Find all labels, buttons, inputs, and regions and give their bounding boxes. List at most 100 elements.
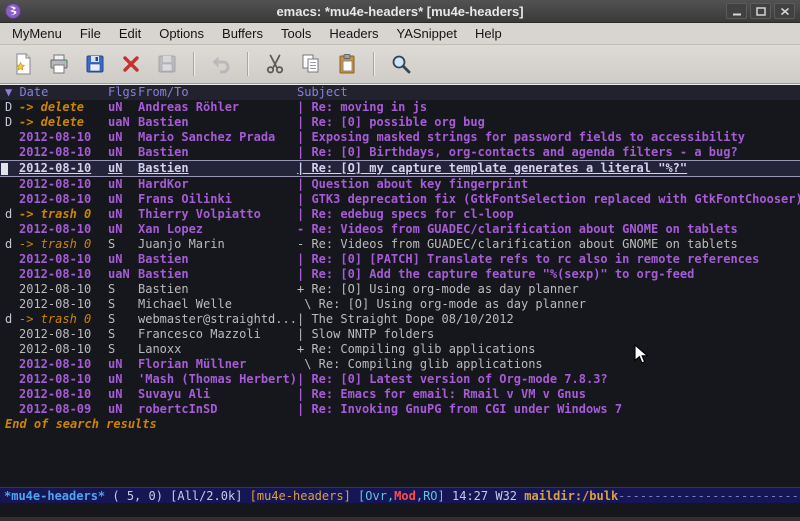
modeline-segment: Mod <box>394 489 416 503</box>
minimize-icon <box>732 7 742 16</box>
message-date: -> trash 0 <box>19 207 108 222</box>
column-header-flags[interactable]: Flgs <box>108 85 138 100</box>
message-from: Thierry Volpiatto <box>138 207 297 222</box>
search-icon[interactable] <box>386 49 416 79</box>
message-subject: - Re: Videos from GUADEC/clarification a… <box>297 237 800 252</box>
message-mark: D <box>5 115 19 130</box>
message-row[interactable]: 2012-08-10uNBastien| Re: [0] [PATCH] Tra… <box>0 252 800 267</box>
cut-icon[interactable] <box>260 49 290 79</box>
menu-item-edit[interactable]: Edit <box>110 24 150 43</box>
message-date: 2012-08-10 <box>19 372 108 387</box>
save-as-icon <box>152 49 182 79</box>
paste-icon[interactable] <box>332 49 362 79</box>
message-row[interactable]: D-> deleteuNAndreas Röhler| Re: moving i… <box>0 100 800 115</box>
modeline-segment <box>351 489 358 503</box>
message-from: Florian Müllner <box>138 357 297 372</box>
toolbar-separator <box>193 52 195 76</box>
message-flags: uN <box>108 130 138 145</box>
menu-item-tools[interactable]: Tools <box>272 24 320 43</box>
new-file-icon[interactable] <box>8 49 38 79</box>
message-row[interactable]: 2012-08-10uNFlorian Müllner \ Re: Compil… <box>0 357 800 372</box>
message-row[interactable]: 2012-08-10uNMario Sanchez Prada| Exposin… <box>0 130 800 145</box>
modeline[interactable]: *mu4e-headers* ( 5, 0) [All/2.0k] [mu4e-… <box>0 487 800 503</box>
message-date: 2012-08-10 <box>19 387 108 402</box>
message-flags: S <box>108 282 138 297</box>
message-row[interactable]: D-> deleteuaNBastien| Re: [0] possible o… <box>0 115 800 130</box>
message-row[interactable]: 2012-08-10SBastien+ Re: [O] Using org-mo… <box>0 282 800 297</box>
message-from: Michael Welle <box>138 297 297 312</box>
message-mark <box>5 145 19 160</box>
message-mark <box>5 267 19 282</box>
message-row[interactable]: 2012-08-10uaNBastien| Re: [0] Add the ca… <box>0 267 800 282</box>
minimize-button[interactable] <box>726 3 747 19</box>
message-subject: | Re: Emacs for email: Rmail v VM v Gnus <box>297 387 800 402</box>
message-row[interactable]: 2012-08-10uNFrans Oilinki| GTK3 deprecat… <box>0 192 800 207</box>
message-date: 2012-08-10 <box>19 145 108 160</box>
column-header-from-to[interactable]: From/To <box>138 85 297 100</box>
message-subject: + Re: Compiling glib applications <box>297 342 800 357</box>
menu-item-yasnippet[interactable]: YASnippet <box>387 24 465 43</box>
message-row[interactable]: 2012-08-10uNHardKor| Question about key … <box>0 177 800 192</box>
message-from: Juanjo Marin <box>138 237 297 252</box>
menu-item-buffers[interactable]: Buffers <box>213 24 272 43</box>
message-flags: S <box>108 327 138 342</box>
message-date: 2012-08-10 <box>19 267 108 282</box>
message-date: 2012-08-10 <box>19 192 108 207</box>
message-row[interactable]: 2012-08-10uN'Mash (Thomas Herbert)| Re: … <box>0 372 800 387</box>
modeline-segment: maildir:/bulk <box>524 489 618 503</box>
message-flags: uN <box>108 357 138 372</box>
message-mark <box>5 327 19 342</box>
message-flags: uaN <box>108 267 138 282</box>
message-date: -> trash 0 <box>19 312 108 327</box>
message-subject: \ Re: Compiling glib applications <box>297 357 800 372</box>
message-row[interactable]: 2012-08-10SFrancesco Mazzoli| Slow NNTP … <box>0 327 800 342</box>
message-subject: | Re: [O] my capture template generates … <box>297 161 800 176</box>
titlebar[interactable]: emacs: *mu4e-headers* [mu4e-headers] <box>0 0 800 23</box>
message-subject: - Re: Videos from GUADEC/clarification a… <box>297 222 800 237</box>
message-from: Xan Lopez <box>138 222 297 237</box>
column-header-subject[interactable]: Subject <box>297 85 800 100</box>
message-mark <box>5 402 19 417</box>
modeline-segment: *mu4e-headers* <box>4 489 105 503</box>
message-flags: uN <box>108 161 138 176</box>
message-subject: | Re: [0] [PATCH] Translate refs to rc a… <box>297 252 800 267</box>
message-row[interactable]: 2012-08-10SMichael Welle \ Re: [O] Using… <box>0 297 800 312</box>
message-row[interactable]: d-> trash 0SJuanjo Marin- Re: Videos fro… <box>0 237 800 252</box>
message-mark <box>5 130 19 145</box>
message-row[interactable]: 2012-08-10uNSuvayu Ali| Re: Emacs for em… <box>0 387 800 402</box>
message-subject: | Re: [0] Add the capture feature "%(sex… <box>297 267 800 282</box>
message-row[interactable]: d-> trash 0Swebmaster@straightd...| The … <box>0 312 800 327</box>
message-flags: uN <box>108 192 138 207</box>
close-button[interactable] <box>774 3 795 19</box>
print-icon[interactable] <box>44 49 74 79</box>
menu-item-mymenu[interactable]: MyMenu <box>3 24 71 43</box>
message-flags: uN <box>108 145 138 160</box>
menu-item-help[interactable]: Help <box>466 24 511 43</box>
message-subject: | Re: [0] possible org bug <box>297 115 800 130</box>
message-subject: \ Re: [O] Using org-mode as day planner <box>297 297 800 312</box>
menu-item-file[interactable]: File <box>71 24 110 43</box>
echo-area-minibuffer[interactable] <box>0 503 800 517</box>
message-row[interactable]: 2012-08-09uNrobertcInSD| Re: Invoking Gn… <box>0 402 800 417</box>
message-mark: D <box>5 100 19 115</box>
message-subject: | Question about key fingerprint <box>297 177 800 192</box>
message-row[interactable]: 2012-08-10uNXan Lopez- Re: Videos from G… <box>0 222 800 237</box>
menu-item-headers[interactable]: Headers <box>320 24 387 43</box>
message-row[interactable]: d-> trash 0uNThierry Volpiatto| Re: edeb… <box>0 207 800 222</box>
close-icon[interactable] <box>116 49 146 79</box>
frame-bottom-edge <box>0 517 800 521</box>
emacs-window: emacs: *mu4e-headers* [mu4e-headers] MyM… <box>0 0 800 521</box>
column-header-date[interactable]: ▼ Date <box>5 85 108 100</box>
message-row[interactable]: 2012-08-10uNBastien| Re: [O] my capture … <box>0 160 800 177</box>
message-row[interactable]: 2012-08-10SLanoxx+ Re: Compiling glib ap… <box>0 342 800 357</box>
modeline-segment: ,RO] <box>416 489 445 503</box>
message-row[interactable]: 2012-08-10uNBastien| Re: [0] Birthdays, … <box>0 145 800 160</box>
menu-item-options[interactable]: Options <box>150 24 213 43</box>
maximize-button[interactable] <box>750 3 771 19</box>
message-mark <box>5 192 19 207</box>
message-mark <box>5 252 19 267</box>
save-icon[interactable] <box>80 49 110 79</box>
copy-icon[interactable] <box>296 49 326 79</box>
mu4e-headers-buffer[interactable]: ▼ DateFlgsFrom/ToSubject D-> deleteuNAnd… <box>0 84 800 487</box>
message-date: -> delete <box>19 100 108 115</box>
